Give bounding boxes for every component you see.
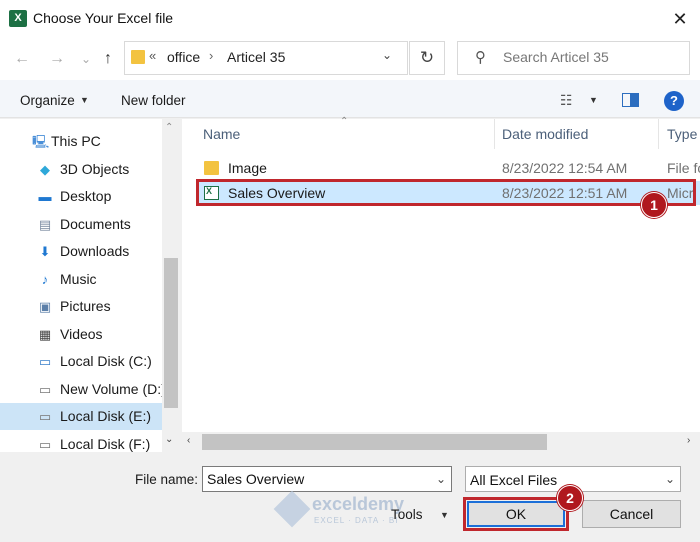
column-divider[interactable] <box>494 119 495 149</box>
file-date: 8/23/2022 12:54 AM <box>502 160 628 176</box>
disk-icon: ▭ <box>38 436 52 452</box>
nav-scrollbar-thumb[interactable] <box>164 258 178 408</box>
chevron-down-icon[interactable]: ⌄ <box>382 48 392 62</box>
sidebar-item-videos[interactable]: ▦ Videos <box>0 321 162 348</box>
sidebar-item-label: This PC <box>51 133 101 149</box>
scroll-down-icon[interactable]: ⌄ <box>165 434 173 445</box>
file-name-label: File name: <box>135 472 199 487</box>
disk-icon: ▭ <box>38 409 52 424</box>
new-folder-button[interactable]: New folder <box>121 93 186 108</box>
view-options-icon[interactable]: ☷ <box>560 92 573 109</box>
desktop-icon: ▬ <box>38 189 52 204</box>
column-header-date-modified[interactable]: Date modified <box>502 126 588 142</box>
sidebar-item-label: Local Disk (E:) <box>60 408 152 424</box>
sidebar-item-pictures[interactable]: ▣ Pictures <box>0 293 162 320</box>
ok-button[interactable]: OK <box>467 501 565 527</box>
download-icon: ⬇ <box>39 244 51 259</box>
close-icon[interactable]: ✕ <box>664 4 696 34</box>
sidebar-item-music[interactable]: ♪ Music <box>0 266 162 293</box>
annotation-badge-1: 1 <box>641 192 667 218</box>
watermark-tagline: EXCEL · DATA · BI <box>314 516 399 525</box>
file-type-value: All Excel Files <box>470 472 558 488</box>
document-icon: ▤ <box>38 216 52 232</box>
sidebar-item-label: Videos <box>60 325 103 342</box>
up-arrow-icon[interactable]: ↑ <box>96 47 120 71</box>
scroll-right-icon[interactable]: › <box>687 435 690 446</box>
tools-button[interactable]: Tools <box>391 507 423 522</box>
sidebar-item-label: Downloads <box>60 243 130 259</box>
video-icon: ▦ <box>38 326 52 342</box>
music-icon: ♪ <box>41 271 49 287</box>
excel-app-icon: X <box>9 10 27 27</box>
search-icon: ⚲ <box>475 49 486 66</box>
recent-locations-chevron-icon[interactable]: ⌄ <box>74 47 98 71</box>
help-icon[interactable]: ? <box>664 91 684 111</box>
preview-pane-icon-fill <box>630 94 638 106</box>
sidebar-item-label: New Volume (D:) <box>60 380 166 397</box>
column-header-type[interactable]: Type <box>667 126 697 142</box>
organize-button[interactable]: Organize <box>20 93 75 108</box>
annotation-highlight-box <box>196 179 696 206</box>
file-name: Image <box>228 160 267 176</box>
breadcrumb-articel-35[interactable]: Articel 35 <box>227 49 285 65</box>
cancel-button[interactable]: Cancel <box>582 500 681 528</box>
tools-dropdown-icon[interactable]: ▼ <box>440 510 449 520</box>
sidebar-item-local-disk-c[interactable]: ▭ Local Disk (C:) <box>0 348 162 375</box>
sidebar-item-local-disk-e[interactable]: ▭ Local Disk (E:) <box>0 403 162 430</box>
file-type: File fo <box>667 160 700 176</box>
file-row-image[interactable]: Image 8/23/2022 12:54 AM File fo <box>196 156 700 180</box>
sidebar-item-label: Music <box>60 270 97 287</box>
sidebar-item-label: Pictures <box>60 298 111 314</box>
sidebar-item-label: 3D Objects <box>60 160 130 177</box>
view-dropdown-icon[interactable]: ▼ <box>589 95 598 105</box>
annotation-badge-2: 2 <box>557 485 583 511</box>
sidebar-item-label: Local Disk (F:) <box>60 435 151 452</box>
sidebar-item-3d-objects[interactable]: ◆ 3D Objects <box>0 156 162 183</box>
breadcrumb-separator-icon[interactable]: › <box>209 48 213 63</box>
sidebar-item-this-pc[interactable]: 🖳 This PC <box>0 128 162 155</box>
forward-arrow-icon[interactable]: → <box>45 47 69 71</box>
breadcrumb-office[interactable]: office <box>167 49 200 65</box>
sidebar-item-downloads[interactable]: ⬇ Downloads <box>0 238 162 265</box>
refresh-icon[interactable]: ↻ <box>409 41 445 75</box>
sidebar-item-label: Documents <box>60 215 131 232</box>
sidebar-item-label: Desktop <box>60 188 112 204</box>
sidebar-item-label: Local Disk (C:) <box>60 353 152 369</box>
horizontal-scrollbar-thumb[interactable] <box>202 434 547 450</box>
disk-icon: ▭ <box>38 354 52 369</box>
search-placeholder: Search Articel 35 <box>503 49 609 65</box>
sidebar-item-desktop[interactable]: ▬ Desktop <box>0 183 162 210</box>
scroll-up-icon[interactable]: ⌃ <box>165 122 173 133</box>
sidebar-item-documents[interactable]: ▤ Documents <box>0 211 162 238</box>
file-type-dropdown-icon[interactable]: ⌄ <box>665 472 675 486</box>
column-divider[interactable] <box>658 119 659 149</box>
file-name-dropdown-icon[interactable]: ⌄ <box>436 472 446 486</box>
cube-icon: ◆ <box>40 161 50 177</box>
scroll-left-icon[interactable]: ‹ <box>187 435 190 446</box>
sort-ascending-icon: ⌃ <box>340 116 349 127</box>
file-name-field[interactable] <box>202 466 452 492</box>
pictures-icon: ▣ <box>38 299 52 314</box>
disk-icon: ▭ <box>38 381 52 397</box>
column-header-name[interactable]: Name <box>203 126 240 142</box>
folder-icon <box>131 50 145 64</box>
folder-icon <box>204 161 219 175</box>
organize-dropdown-icon[interactable]: ▼ <box>80 95 89 105</box>
breadcrumb-overflow-icon[interactable]: « <box>149 48 156 63</box>
window-title: Choose Your Excel file <box>33 10 174 26</box>
computer-icon: 🖳 <box>32 134 50 149</box>
sidebar-item-new-volume-d[interactable]: ▭ New Volume (D:) <box>0 376 166 403</box>
back-arrow-icon[interactable]: ← <box>10 47 34 71</box>
